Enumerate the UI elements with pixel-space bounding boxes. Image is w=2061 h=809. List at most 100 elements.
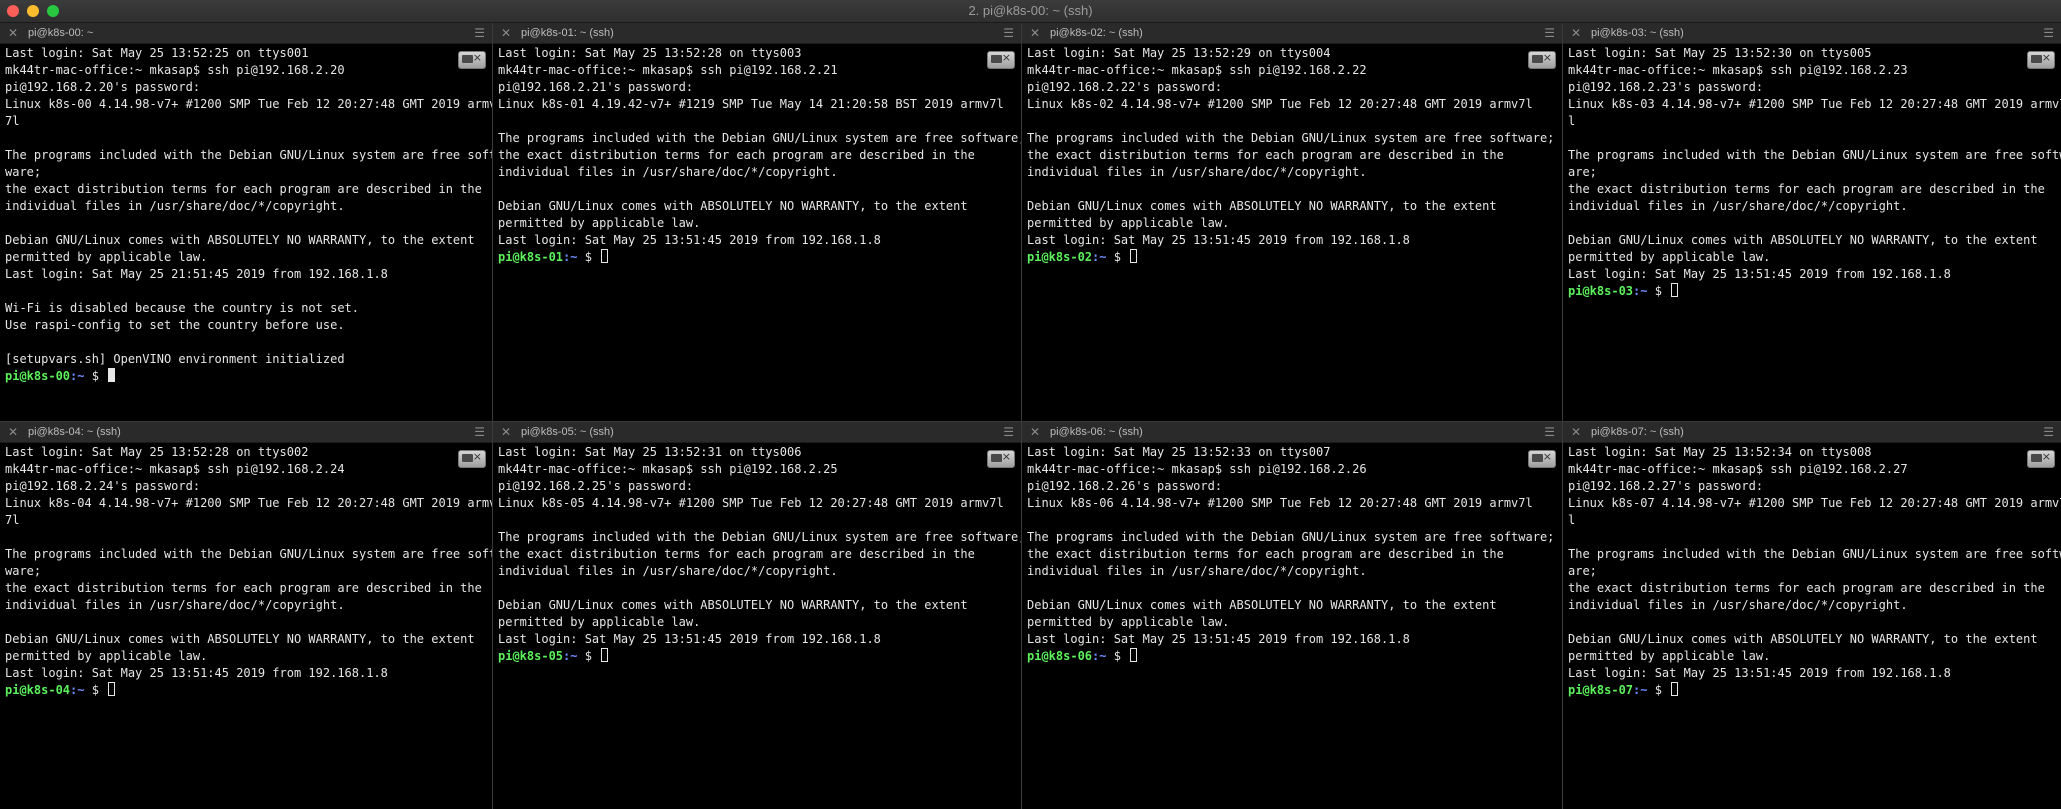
close-icon[interactable]: ✕ [1571, 23, 1581, 43]
menu-icon[interactable]: ☰ [474, 23, 485, 43]
terminal-line: ware; [5, 564, 42, 578]
close-icon[interactable]: ✕ [8, 422, 18, 442]
terminal-pane[interactable]: ✕ pi@k8s-05: ~ (ssh) ☰ Last login: Sat M… [493, 422, 1021, 809]
terminal-line: permitted by applicable law. [1027, 216, 1230, 230]
terminal-line: The programs included with the Debian GN… [498, 530, 1021, 544]
prompt-user: pi@k8s-03 [1568, 284, 1634, 298]
terminal-output[interactable]: Last login: Sat May 25 13:52:28 on ttys0… [5, 444, 492, 809]
shell-prompt: pi@k8s-06:~ $ [1027, 648, 1138, 663]
terminal-line: permitted by applicable law. [1568, 649, 1771, 663]
terminal-output[interactable]: Last login: Sat May 25 13:52:28 on ttys0… [498, 45, 1021, 421]
terminal-line: Use raspi-config to set the country befo… [5, 318, 345, 332]
menu-icon[interactable]: ☰ [1003, 422, 1014, 442]
terminal-line: pi@192.168.2.20's password: [5, 80, 201, 94]
terminal-line: The programs included with the Debian GN… [1568, 148, 2061, 162]
text-cursor[interactable] [1671, 283, 1679, 297]
close-icon[interactable]: ✕ [501, 422, 511, 442]
close-icon[interactable]: ✕ [1030, 23, 1040, 43]
pane-divider[interactable] [1562, 23, 1563, 809]
terminal-line: Last login: Sat May 25 13:51:45 2019 fro… [498, 632, 881, 646]
terminal-line: Linux k8s-05 4.14.98-v7+ #1200 SMP Tue F… [498, 496, 1004, 510]
terminal-line: are; [1568, 165, 1597, 179]
title-bar[interactable]: 2. pi@k8s-00: ~ (ssh) [0, 0, 2061, 23]
pane-tab-title: pi@k8s-07: ~ (ssh) [1591, 426, 1684, 438]
menu-icon[interactable]: ☰ [1544, 23, 1555, 43]
terminal-line: mk44tr-mac-office:~ mkasap$ ssh pi@192.1… [1568, 462, 1908, 476]
terminal-pane[interactable]: ✕ pi@k8s-02: ~ (ssh) ☰ Last login: Sat M… [1022, 23, 1562, 421]
prompt-symbol: $ [84, 683, 99, 697]
prompt-symbol: $ [84, 369, 99, 383]
terminal-pane[interactable]: ✕ pi@k8s-03: ~ (ssh) ☰ Last login: Sat M… [1563, 23, 2061, 421]
terminal-line: 7l [5, 513, 20, 527]
terminal-line: Debian GNU/Linux comes with ABSOLUTELY N… [498, 598, 968, 612]
pane-tab[interactable]: ✕ pi@k8s-03: ~ (ssh) ☰ [1563, 23, 2061, 44]
terminal-line: The programs included with the Debian GN… [498, 131, 1021, 145]
menu-icon[interactable]: ☰ [474, 422, 485, 442]
terminal-line: [setupvars.sh] OpenVINO environment init… [5, 352, 345, 366]
prompt-user: pi@k8s-00 [5, 369, 71, 383]
menu-icon[interactable]: ☰ [1544, 422, 1555, 442]
terminal-line: Last login: Sat May 25 13:52:33 on ttys0… [1027, 445, 1331, 459]
pane-tab-title: pi@k8s-02: ~ (ssh) [1050, 27, 1143, 39]
terminal-line: mk44tr-mac-office:~ mkasap$ ssh pi@192.1… [498, 63, 838, 77]
text-cursor[interactable] [1671, 682, 1679, 696]
menu-icon[interactable]: ☰ [2043, 23, 2054, 43]
menu-icon[interactable]: ☰ [2043, 422, 2054, 442]
terminal-output[interactable]: Last login: Sat May 25 13:52:25 on ttys0… [5, 45, 492, 421]
text-cursor[interactable] [601, 648, 609, 662]
shell-prompt: pi@k8s-02:~ $ [1027, 249, 1138, 264]
prompt-user: pi@k8s-02 [1027, 250, 1093, 264]
terminal-line: Linux k8s-07 4.14.98-v7+ #1200 SMP Tue F… [1568, 496, 2061, 510]
terminal-pane[interactable]: ✕ pi@k8s-00: ~ ☰ Last login: Sat May 25 … [0, 23, 492, 421]
text-cursor[interactable] [1130, 648, 1138, 662]
terminal-line: Debian GNU/Linux comes with ABSOLUTELY N… [5, 233, 475, 247]
shell-prompt: pi@k8s-07:~ $ [1568, 682, 1679, 697]
prompt-path: :~ [70, 683, 85, 697]
pane-tab[interactable]: ✕ pi@k8s-04: ~ (ssh) ☰ [0, 422, 492, 443]
terminal-line: The programs included with the Debian GN… [1568, 547, 2061, 561]
close-icon[interactable]: ✕ [1571, 422, 1581, 442]
terminal-output[interactable]: Last login: Sat May 25 13:52:34 on ttys0… [1568, 444, 2061, 809]
terminal-line: Linux k8s-02 4.14.98-v7+ #1200 SMP Tue F… [1027, 97, 1533, 111]
terminal-line: pi@192.168.2.21's password: [498, 80, 694, 94]
terminal-line: 7l [5, 114, 20, 128]
terminal-pane[interactable]: ✕ pi@k8s-01: ~ (ssh) ☰ Last login: Sat M… [493, 23, 1021, 421]
pane-tab[interactable]: ✕ pi@k8s-00: ~ ☰ [0, 23, 492, 44]
window-title: 2. pi@k8s-00: ~ (ssh) [968, 3, 1093, 18]
terminal-line: individual files in /usr/share/doc/*/cop… [1568, 199, 1908, 213]
terminal-output[interactable]: Last login: Sat May 25 13:52:30 on ttys0… [1568, 45, 2061, 421]
pane-tab[interactable]: ✕ pi@k8s-02: ~ (ssh) ☰ [1022, 23, 1562, 44]
terminal-line: Debian GNU/Linux comes with ABSOLUTELY N… [1027, 598, 1497, 612]
terminal-pane[interactable]: ✕ pi@k8s-04: ~ (ssh) ☰ Last login: Sat M… [0, 422, 492, 809]
prompt-symbol: $ [1106, 250, 1121, 264]
terminal-output[interactable]: Last login: Sat May 25 13:52:29 on ttys0… [1027, 45, 1562, 421]
terminal-line: permitted by applicable law. [5, 649, 208, 663]
pane-divider[interactable] [0, 421, 2061, 422]
pane-divider[interactable] [1021, 23, 1022, 809]
close-icon[interactable]: ✕ [8, 23, 18, 43]
terminal-line: Last login: Sat May 25 13:51:45 2019 fro… [498, 233, 881, 247]
close-icon[interactable]: ✕ [1030, 422, 1040, 442]
terminal-line: Last login: Sat May 25 13:51:45 2019 fro… [1027, 632, 1410, 646]
menu-icon[interactable]: ☰ [1003, 23, 1014, 43]
terminal-pane[interactable]: ✕ pi@k8s-06: ~ (ssh) ☰ Last login: Sat M… [1022, 422, 1562, 809]
pane-tab[interactable]: ✕ pi@k8s-06: ~ (ssh) ☰ [1022, 422, 1562, 443]
prompt-path: :~ [563, 649, 578, 663]
pane-divider[interactable] [492, 23, 493, 809]
pane-tab[interactable]: ✕ pi@k8s-05: ~ (ssh) ☰ [493, 422, 1021, 443]
terminal-pane[interactable]: ✕ pi@k8s-07: ~ (ssh) ☰ Last login: Sat M… [1563, 422, 2061, 809]
text-cursor[interactable] [601, 249, 609, 263]
terminal-line: individual files in /usr/share/doc/*/cop… [1568, 598, 1908, 612]
terminal-line: the exact distribution terms for each pr… [5, 182, 482, 196]
pane-tab[interactable]: ✕ pi@k8s-07: ~ (ssh) ☰ [1563, 422, 2061, 443]
terminal-line: individual files in /usr/share/doc/*/cop… [5, 199, 345, 213]
terminal-output[interactable]: Last login: Sat May 25 13:52:31 on ttys0… [498, 444, 1021, 809]
text-cursor[interactable] [1130, 249, 1138, 263]
text-cursor[interactable] [108, 368, 116, 382]
terminal-line: Debian GNU/Linux comes with ABSOLUTELY N… [5, 632, 475, 646]
text-cursor[interactable] [108, 682, 116, 696]
terminal-line: Last login: Sat May 25 13:52:29 on ttys0… [1027, 46, 1331, 60]
close-icon[interactable]: ✕ [501, 23, 511, 43]
terminal-output[interactable]: Last login: Sat May 25 13:52:33 on ttys0… [1027, 444, 1562, 809]
pane-tab[interactable]: ✕ pi@k8s-01: ~ (ssh) ☰ [493, 23, 1021, 44]
